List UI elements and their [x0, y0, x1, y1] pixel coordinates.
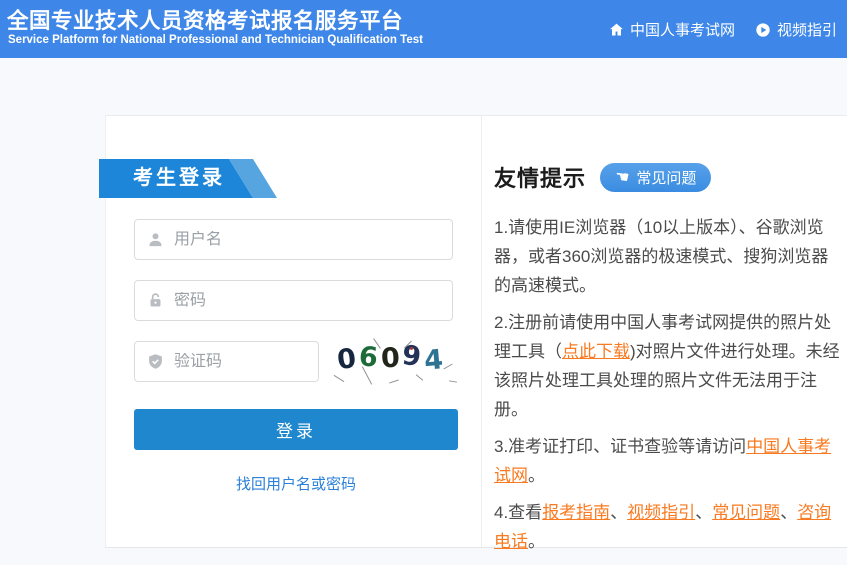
- username-field[interactable]: [134, 219, 453, 260]
- captcha-image[interactable]: 06094: [331, 341, 459, 386]
- header-nav: 中国人事考试网 视频指引: [609, 19, 837, 40]
- play-icon: [755, 22, 771, 38]
- captcha-noise: [410, 347, 413, 350]
- tip-text: 4.查看: [494, 503, 542, 522]
- page: 全国专业技术人员资格考试报名服务平台 Service Platform for …: [0, 0, 847, 565]
- tip-text: 。: [528, 532, 545, 551]
- username-input[interactable]: [174, 231, 452, 249]
- tip-text: 、: [695, 503, 712, 522]
- header-link-label: 视频指引: [777, 19, 837, 40]
- tip-paragraph: 1.请使用IE浏览器（10以上版本）、谷歌浏览器，或者360浏览器的极速模式、搜…: [494, 213, 844, 300]
- tip-link[interactable]: 常见问题: [712, 503, 780, 522]
- captcha-digits: 06094: [337, 342, 443, 373]
- captcha-noise: [389, 379, 399, 383]
- password-input[interactable]: [174, 292, 452, 310]
- tip-paragraph: 2.注册前请使用中国人事考试网提供的照片处理工具（点此下载)对照片文件进行处理。…: [494, 308, 844, 424]
- captcha-noise: [416, 374, 424, 381]
- tips-list: 1.请使用IE浏览器（10以上版本）、谷歌浏览器，或者360浏览器的极速模式、搜…: [494, 213, 844, 564]
- panel-divider: [481, 116, 482, 547]
- header: 全国专业技术人员资格考试报名服务平台 Service Platform for …: [0, 0, 847, 58]
- lock-icon: [147, 292, 164, 309]
- captcha-noise: [449, 380, 457, 382]
- header-link-label: 中国人事考试网: [630, 19, 735, 40]
- header-link-exam-site[interactable]: 中国人事考试网: [609, 19, 735, 40]
- faq-button-label: 常见问题: [636, 167, 696, 188]
- pointing-hand-icon: ☚: [614, 168, 630, 186]
- captcha-digit: 4: [423, 344, 444, 377]
- page-title: 全国专业技术人员资格考试报名服务平台: [7, 4, 403, 35]
- tip-text: 1.请使用IE浏览器（10以上版本）、谷歌浏览器，或者360浏览器的极速模式、搜…: [494, 218, 828, 295]
- header-link-video-guide[interactable]: 视频指引: [755, 19, 837, 40]
- tips-title: 友情提示: [494, 161, 586, 193]
- tip-text: 3.准考证打印、证书查验等请访问: [494, 437, 746, 456]
- tip-paragraph: 3.准考证打印、证书查验等请访问中国人事考试网。: [494, 432, 844, 490]
- main-card: 考生登录 06094: [105, 115, 847, 548]
- captcha-noise: [443, 364, 452, 370]
- tip-text: 、: [780, 503, 797, 522]
- captcha-field[interactable]: [134, 341, 319, 382]
- tip-text: 。: [528, 466, 545, 485]
- login-button[interactable]: 登录: [134, 409, 458, 450]
- forgot-row: 找回用户名或密码: [134, 473, 458, 494]
- faq-button[interactable]: ☚ 常见问题: [600, 163, 711, 192]
- captcha-input[interactable]: [174, 353, 318, 371]
- user-icon: [147, 231, 164, 248]
- forgot-credentials-link[interactable]: 找回用户名或密码: [236, 476, 356, 493]
- captcha-digit: 0: [380, 343, 400, 375]
- tip-link[interactable]: 视频指引: [627, 503, 695, 522]
- tip-link[interactable]: 报考指南: [542, 503, 610, 522]
- login-banner: 考生登录: [99, 159, 279, 198]
- captcha-digit: 9: [401, 340, 423, 373]
- tips-header: 友情提示 ☚ 常见问题: [494, 161, 711, 193]
- home-icon: [609, 22, 624, 37]
- captcha-digit: 6: [357, 341, 378, 374]
- password-field[interactable]: [134, 280, 453, 321]
- page-subtitle: Service Platform for National Profession…: [8, 34, 423, 46]
- tip-link[interactable]: 点此下载: [562, 342, 630, 361]
- captcha-digit: 0: [335, 343, 357, 376]
- tip-text: 、: [610, 503, 627, 522]
- tip-paragraph: 4.查看报考指南、视频指引、常见问题、咨询电话。: [494, 498, 844, 556]
- login-banner-label: 考生登录: [133, 159, 225, 198]
- shield-check-icon: [147, 353, 164, 370]
